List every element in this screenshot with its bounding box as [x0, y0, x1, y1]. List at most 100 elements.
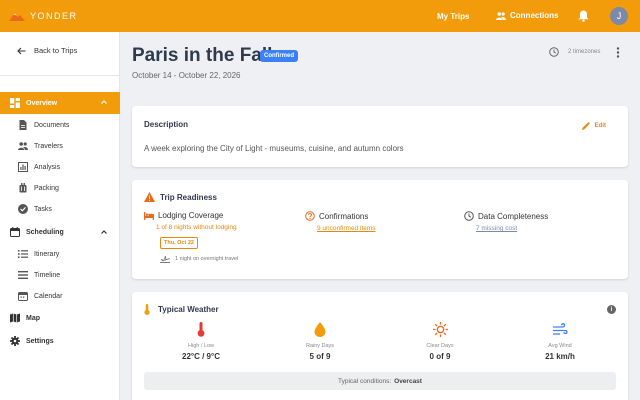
overnight-note-text: 1 night on overnight travel	[175, 256, 239, 262]
weather-stat-rainy-days: Rainy Days 5 of 9	[280, 322, 360, 361]
readiness-header: Trip Readiness	[144, 192, 217, 202]
bell-icon[interactable]	[578, 10, 589, 22]
status-badge: Confirmed	[260, 50, 298, 62]
lodging-title: Lodging Coverage	[158, 211, 224, 220]
description-text: A week exploring the City of Light - mus…	[144, 144, 404, 153]
chart-icon	[18, 162, 28, 172]
info-icon[interactable]: i	[607, 305, 616, 314]
page-title: Paris in the Fall	[132, 45, 273, 66]
list-icon	[18, 250, 28, 258]
trip-dates: October 14 - October 22, 2026	[132, 71, 241, 80]
lodging-coverage: Lodging Coverage 1 of 8 nights without l…	[144, 211, 237, 231]
sidebar-item-label: Analysis	[34, 163, 61, 171]
nav-connections-label: Connections	[510, 11, 559, 20]
completeness-title: Data Completeness	[478, 211, 549, 221]
mountain-logo-icon	[9, 13, 25, 21]
sidebar-item-label: Packing	[34, 184, 59, 192]
thermometer-icon	[144, 304, 150, 315]
sidebar-item-calendar[interactable]: Calendar	[0, 286, 120, 306]
people-icon	[18, 142, 28, 150]
pencil-icon	[581, 122, 590, 130]
weather-stat-value: 5 of 9	[309, 352, 331, 361]
description-card: Description Edit A week exploring the Ci…	[132, 106, 628, 167]
weather-heading: Typical Weather	[158, 305, 219, 314]
trip-readiness-card: Trip Readiness Lodging Coverage 1 of 8 n…	[132, 180, 628, 279]
dashboard-icon	[10, 98, 20, 108]
top-bar: YONDER My Trips Connections J	[0, 0, 640, 32]
luggage-icon	[19, 183, 27, 193]
unconfirmed-items-link[interactable]: 9 unconfirmed items	[317, 225, 376, 232]
weather-stat-value: 0 of 9	[429, 352, 451, 361]
sidebar-item-label: Tasks	[34, 205, 52, 213]
nav-my-trips[interactable]: My Trips	[437, 12, 469, 21]
clock-icon	[549, 47, 559, 57]
sidebar-item-documents[interactable]: Documents	[0, 115, 120, 135]
check-circle-icon	[18, 204, 28, 214]
sidebar-item-timeline[interactable]: Timeline	[0, 265, 120, 285]
calendar-icon	[18, 292, 28, 301]
arrow-left-icon	[17, 47, 26, 54]
overnight-travel-note: 1 night on overnight travel	[160, 255, 238, 263]
edit-label: Edit	[594, 123, 606, 129]
sidebar-item-tasks[interactable]: Tasks	[0, 199, 120, 219]
weather-stat-value: 22°C / 9°C	[182, 352, 220, 361]
sidebar-item-itinerary[interactable]: Itinerary	[0, 244, 120, 264]
people-icon	[496, 11, 506, 20]
readiness-heading: Trip Readiness	[160, 192, 217, 202]
bed-icon	[144, 211, 154, 220]
lodging-detail: 1 of 8 nights without lodging	[156, 224, 237, 231]
sidebar-item-label: Scheduling	[26, 228, 64, 236]
sidebar-item-label: Itinerary	[34, 250, 60, 258]
missing-cost-link[interactable]: 7 missing cost	[476, 225, 548, 232]
chevron-up-icon[interactable]	[100, 98, 108, 106]
sidebar-item-label: Overview	[26, 99, 58, 107]
weather-stat-label: Avg Wind	[548, 343, 572, 349]
warning-icon	[144, 192, 155, 202]
sidebar-item-analysis[interactable]: Analysis	[0, 157, 120, 177]
chevron-up-icon[interactable]	[100, 228, 108, 236]
conditions-label: Typical conditions:	[338, 377, 392, 385]
weather-stat-label: Rainy Days	[305, 343, 335, 349]
sidebar-item-label: Travelers	[34, 142, 63, 150]
typical-weather-card: Typical Weather i High / Low 22°C / 9°C …	[132, 292, 628, 400]
sidebar-item-map[interactable]: Map	[0, 308, 120, 328]
weather-header: Typical Weather	[144, 304, 219, 315]
weather-stat-label: Clear Days	[426, 343, 454, 349]
map-icon	[10, 313, 20, 323]
sidebar-item-label: Settings	[26, 337, 54, 345]
sidebar-item-settings[interactable]: Settings	[0, 331, 120, 351]
sidebar-item-label: Calendar	[34, 292, 63, 300]
edit-button[interactable]: Edit	[581, 122, 606, 130]
sidebar-item-overview[interactable]: Overview	[0, 92, 120, 114]
timezones-label: 2 timezones	[568, 49, 601, 55]
flight-icon	[160, 256, 170, 263]
sun-icon	[432, 322, 448, 337]
sidebar-item-label: Documents	[34, 121, 70, 129]
sidebar-item-scheduling[interactable]: Scheduling	[0, 222, 120, 242]
sidebar-item-label: Timeline	[34, 271, 61, 279]
thermometer-icon	[197, 322, 205, 337]
timezones-indicator[interactable]: 2 timezones	[549, 47, 600, 57]
brand-name: YONDER	[30, 11, 78, 21]
gear-icon	[10, 336, 20, 346]
brand[interactable]: YONDER	[9, 11, 78, 21]
confirmations-title: Confirmations	[319, 211, 369, 221]
data-completeness: Data Completeness 7 missing cost	[464, 211, 548, 232]
clock-icon	[464, 211, 474, 221]
avatar[interactable]: J	[610, 7, 628, 25]
conditions-value: Overcast	[394, 377, 422, 385]
more-vert-icon[interactable]	[616, 47, 620, 58]
description-heading: Description	[144, 120, 189, 129]
sidebar: Back to Trips Overview Documents Travele…	[0, 32, 120, 400]
water-drop-icon	[314, 322, 326, 337]
nav-connections[interactable]: Connections	[496, 11, 558, 20]
help-circle-icon	[305, 211, 315, 221]
sidebar-item-label: Map	[26, 314, 40, 322]
back-to-trips-link[interactable]: Back to Trips	[17, 46, 77, 55]
sidebar-item-travelers[interactable]: Travelers	[0, 136, 120, 156]
weather-stat-value: 21 km/h	[545, 352, 575, 361]
wind-icon	[552, 323, 568, 335]
missing-lodging-date-chip[interactable]: Thu, Oct 22	[160, 237, 198, 249]
weather-stat-label: High / Low	[188, 343, 214, 349]
sidebar-item-packing[interactable]: Packing	[0, 178, 120, 198]
